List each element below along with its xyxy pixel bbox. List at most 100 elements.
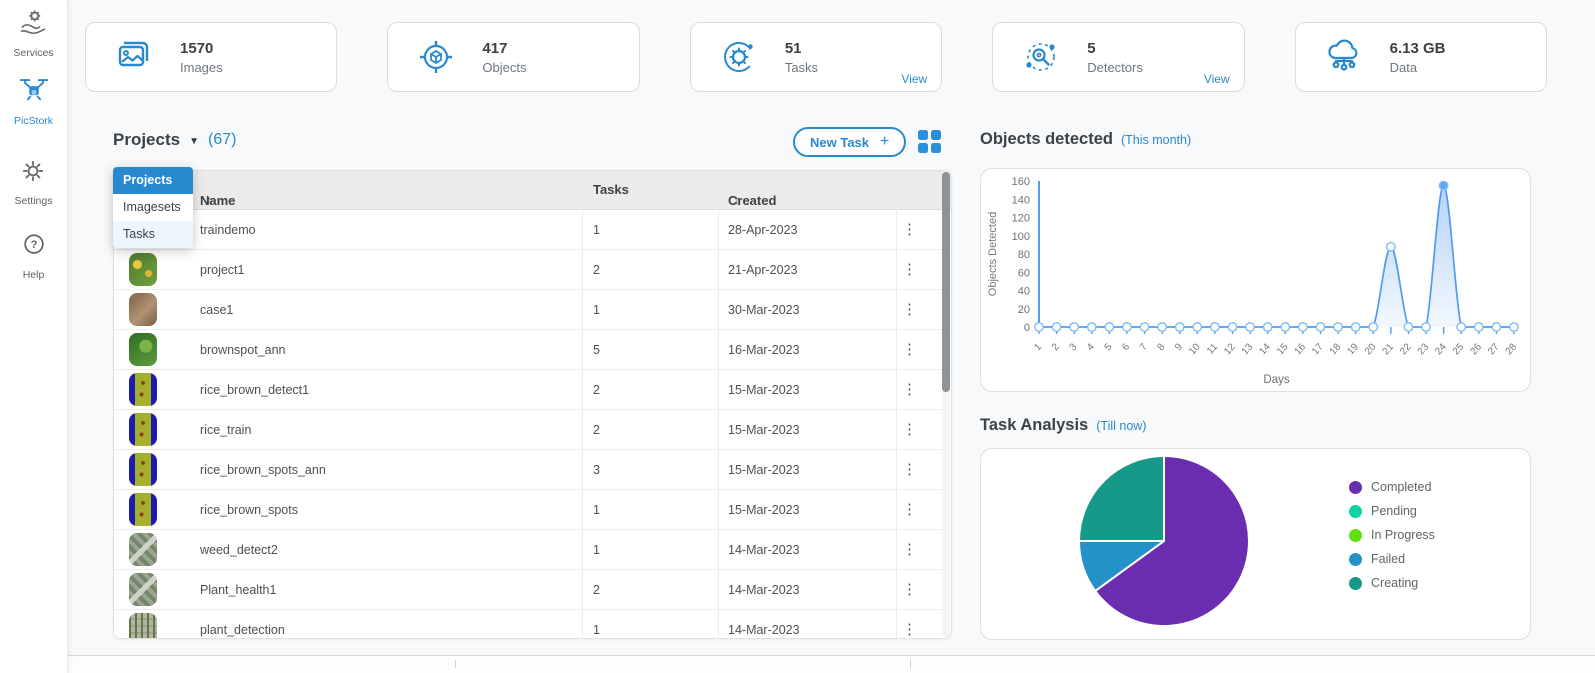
legend-color-dot: [1349, 552, 1362, 566]
project-created-date: 15-Mar-2023: [728, 462, 800, 477]
row-kebab-menu-icon[interactable]: ⋮: [902, 262, 917, 277]
sidebar-item-label: PicStork: [13, 115, 54, 127]
project-name: Plant_health1: [200, 582, 277, 597]
svg-text:20: 20: [1363, 341, 1379, 357]
table-row[interactable]: rice_brown_spots 1 15-Mar-2023 ⋮: [114, 490, 951, 530]
sidebar-item-picstork[interactable]: PicStork: [14, 74, 53, 127]
project-thumbnail: [129, 493, 157, 526]
table-scrollbar-thumb[interactable]: [942, 172, 950, 392]
question-icon: ?: [19, 230, 49, 265]
stat-value: 6.13 GB: [1389, 39, 1446, 57]
menu-item-imagesets[interactable]: Imagesets: [113, 194, 193, 221]
table-row[interactable]: plant_detection 1 14-Mar-2023 ⋮: [114, 610, 951, 638]
column-header-tasks: Tasks: [593, 182, 629, 197]
table-row[interactable]: rice_brown_spots_ann 3 15-Mar-2023 ⋮: [114, 450, 951, 490]
menu-item-projects[interactable]: Projects: [113, 167, 193, 194]
svg-text:23: 23: [1416, 341, 1432, 357]
picstork-dashboard: Services PicStork Settings ? Help 1570 I…: [0, 0, 1595, 673]
legend-item: In Progress: [1349, 523, 1435, 547]
svg-text:28: 28: [1504, 341, 1520, 357]
project-name: traindemo: [200, 222, 256, 237]
legend-item: Failed: [1349, 547, 1435, 571]
sort-asc-icon: ↑: [734, 193, 740, 207]
table-row[interactable]: weed_detect2 1 14-Mar-2023 ⋮: [114, 530, 951, 570]
project-thumbnail: [129, 573, 157, 606]
svg-text:22: 22: [1398, 341, 1414, 357]
svg-text:21: 21: [1380, 341, 1396, 357]
stat-label: Objects: [482, 59, 527, 75]
project-name: case1: [200, 302, 234, 317]
row-kebab-menu-icon[interactable]: ⋮: [902, 382, 917, 397]
project-thumbnail: [129, 293, 157, 326]
objects-detected-title: Objects detected (This month): [980, 130, 1192, 148]
view-tasks-link[interactable]: View: [901, 72, 927, 86]
column-divider: [718, 171, 719, 638]
row-kebab-menu-icon[interactable]: ⋮: [902, 622, 917, 637]
row-kebab-menu-icon[interactable]: ⋮: [902, 422, 917, 437]
project-name: plant_detection: [200, 622, 285, 637]
project-created-date: 21-Apr-2023: [728, 262, 798, 277]
projects-dropdown-toggle[interactable]: Projects: [113, 130, 180, 150]
horizontal-scrollbar[interactable]: [0, 655, 1595, 673]
legend-color-dot: [1349, 576, 1362, 590]
svg-text:100: 100: [1012, 231, 1030, 243]
row-kebab-menu-icon[interactable]: ⋮: [902, 502, 917, 517]
svg-text:40: 40: [1018, 286, 1030, 298]
table-row[interactable]: rice_brown_detect1 2 15-Mar-2023 ⋮: [114, 370, 951, 410]
legend-item: Creating: [1349, 571, 1435, 595]
legend-color-dot: [1349, 528, 1362, 542]
row-kebab-menu-icon[interactable]: ⋮: [902, 342, 917, 357]
sidebar-item-label: Settings: [14, 195, 53, 207]
legend-color-dot: [1349, 504, 1362, 518]
svg-text:3: 3: [1068, 341, 1080, 353]
table-row[interactable]: traindemo 1 28-Apr-2023 ⋮: [114, 210, 951, 250]
row-kebab-menu-icon[interactable]: ⋮: [902, 582, 917, 597]
row-kebab-menu-icon[interactable]: ⋮: [902, 462, 917, 477]
table-row[interactable]: project1 2 21-Apr-2023 ⋮: [114, 250, 951, 290]
svg-text:4: 4: [1085, 341, 1097, 353]
project-created-date: 15-Mar-2023: [728, 502, 800, 517]
sidebar-item-settings[interactable]: Settings: [14, 156, 53, 207]
stat-value: 51: [784, 39, 802, 57]
table-row[interactable]: case1 1 30-Mar-2023 ⋮: [114, 290, 951, 330]
project-created-date: 14-Mar-2023: [728, 622, 800, 637]
svg-text:24: 24: [1433, 341, 1449, 357]
row-kebab-menu-icon[interactable]: ⋮: [902, 302, 917, 317]
svg-text:5: 5: [1103, 341, 1115, 353]
grid-view-button[interactable]: [918, 130, 942, 154]
projects-table-body: traindemo 1 28-Apr-2023 ⋮ project1 2 21-Apr-20…: [114, 210, 951, 638]
project-thumbnail: [129, 333, 157, 366]
menu-item-tasks[interactable]: Tasks: [113, 221, 193, 248]
project-name: brownspot_ann: [200, 342, 286, 357]
services-icon: [18, 8, 48, 43]
svg-text:20: 20: [1018, 304, 1030, 316]
projects-table: Name↑ Tasks Created at↑ traindemo 1 28-Apr…: [113, 170, 952, 639]
project-task-count: 2: [593, 262, 600, 277]
svg-text:13: 13: [1240, 341, 1256, 357]
view-detectors-link[interactable]: View: [1204, 72, 1230, 86]
row-kebab-menu-icon[interactable]: ⋮: [902, 222, 917, 237]
chevron-down-icon[interactable]: ▼: [189, 136, 199, 147]
svg-text:12: 12: [1222, 341, 1238, 357]
project-name: weed_detect2: [200, 542, 278, 557]
project-task-count: 1: [593, 302, 600, 317]
stat-value: 417: [482, 39, 508, 57]
sidebar-item-help[interactable]: ? Help: [19, 230, 49, 281]
table-row[interactable]: Plant_health1 2 14-Mar-2023 ⋮: [114, 570, 951, 610]
svg-text:120: 120: [1012, 213, 1030, 225]
cloud-data-icon: [1324, 37, 1364, 77]
table-scrollbar-track: [942, 172, 950, 637]
row-kebab-menu-icon[interactable]: ⋮: [902, 542, 917, 557]
svg-text:1: 1: [1032, 341, 1044, 353]
drone-icon: [18, 74, 50, 111]
sidebar-item-services[interactable]: Services: [13, 8, 54, 59]
stat-value: 5: [1087, 39, 1096, 57]
svg-text:Objects Detected: Objects Detected: [987, 212, 999, 296]
svg-text:18: 18: [1328, 341, 1344, 357]
projects-type-menu: Projects Imagesets Tasks: [113, 167, 193, 248]
new-task-button[interactable]: New Task +: [793, 127, 907, 157]
table-row[interactable]: rice_train 2 15-Mar-2023 ⋮: [114, 410, 951, 450]
objects-target-icon: [416, 37, 456, 77]
table-row[interactable]: brownspot_ann 5 16-Mar-2023 ⋮: [114, 330, 951, 370]
new-task-label: New Task: [810, 134, 870, 150]
